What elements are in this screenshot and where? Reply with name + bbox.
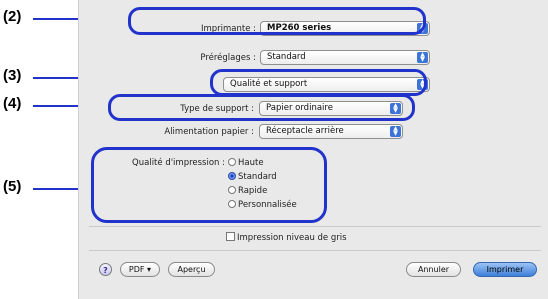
pdf-button[interactable]: PDF ▾ — [120, 262, 160, 277]
divider — [89, 226, 541, 227]
grayscale-label: Impression niveau de gris — [237, 233, 347, 243]
paper-source-popup[interactable]: Réceptacle arrière ▲ ▼ — [259, 124, 403, 139]
popup-arrows-icon: ▲ ▼ — [390, 126, 401, 137]
highlight-ring-media-type — [108, 94, 415, 121]
highlight-ring-printer — [128, 7, 426, 35]
print-button[interactable]: Imprimer — [473, 262, 537, 277]
popup-arrows-icon: ▲ ▼ — [417, 52, 428, 63]
highlight-ring-print-quality — [91, 147, 327, 223]
help-button[interactable]: ? — [99, 263, 112, 276]
callout-5: (5) — [3, 178, 22, 195]
divider — [89, 250, 541, 251]
presets-popup[interactable]: Standard ▲ ▼ — [260, 50, 430, 65]
highlight-ring-panel — [210, 69, 427, 96]
presets-label: Préréglages : — [200, 53, 256, 63]
paper-source-value: Réceptacle arrière — [266, 126, 344, 136]
callout-4: (4) — [3, 95, 22, 112]
callout-2: (2) — [3, 8, 22, 25]
checkbox-icon — [226, 232, 235, 241]
callout-3: (3) — [3, 67, 22, 84]
presets-value: Standard — [267, 52, 306, 62]
cancel-button[interactable]: Annuler — [406, 262, 461, 277]
grayscale-checkbox[interactable]: Impression niveau de gris — [226, 232, 347, 243]
preview-button[interactable]: Aperçu — [168, 262, 215, 277]
paper-source-label: Alimentation papier : — [164, 127, 254, 137]
